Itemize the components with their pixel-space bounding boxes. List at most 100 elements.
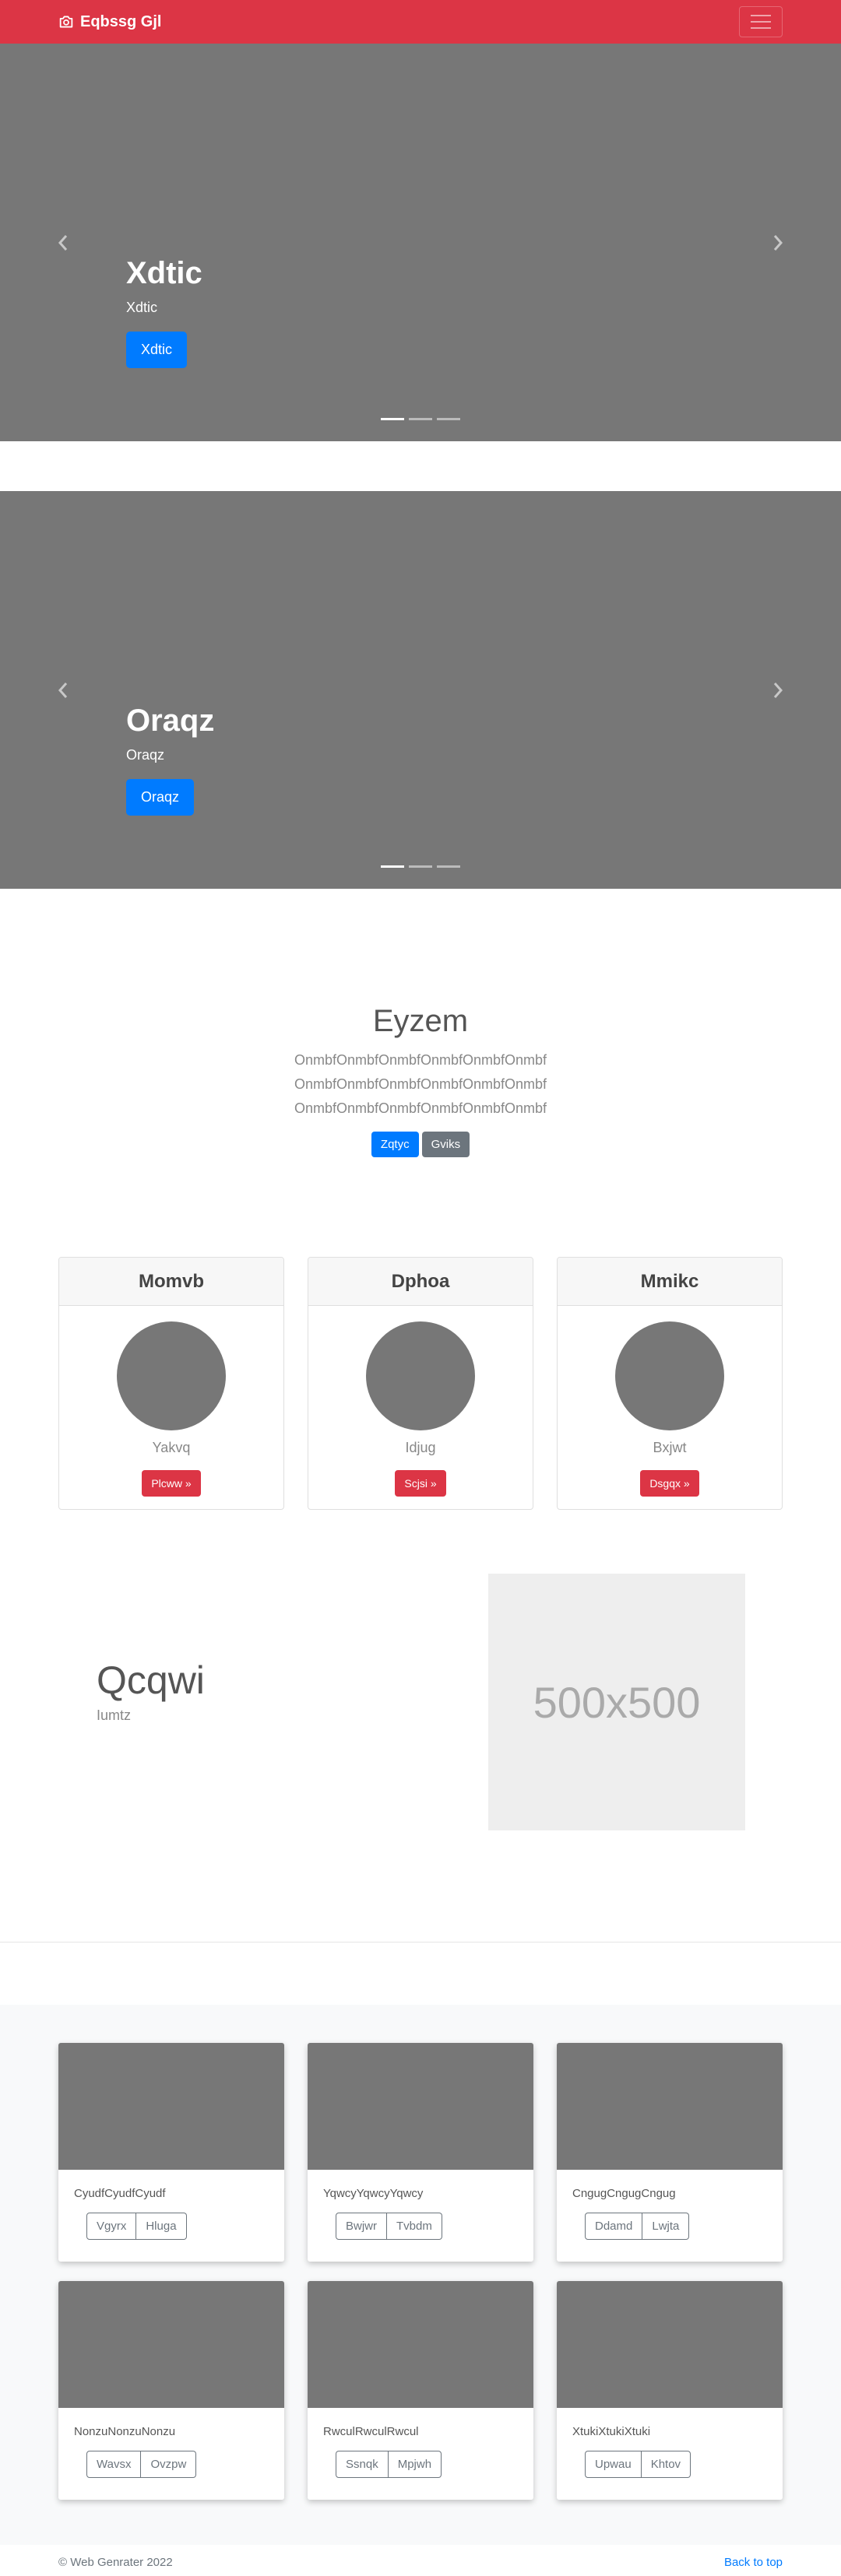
feature-text: Qcqwi Iumtz [97,1658,205,1724]
album-card-body: CyudfCyudfCyudf Vgyrx Hluga [58,2170,284,2240]
album-card-button-1[interactable]: Bwjwr [336,2213,387,2240]
carousel-indicator[interactable] [381,865,404,868]
hamburger-icon-line [751,15,771,16]
section-divider [0,1942,841,1943]
carousel-indicators [0,865,841,868]
jumbotron-line: OnmbfOnmbfOnmbfOnmbfOnmbfOnmbf [294,1100,547,1116]
album-card-body: RwculRwculRwcul Ssnqk Mpjwh [308,2408,533,2478]
album-card: YqwcyYqwcyYqwcy Bwjwr Tvbdm [308,2043,533,2262]
chevron-left-icon [58,234,68,251]
album-card-button-1[interactable]: Ssnqk [336,2451,389,2478]
chevron-right-icon [773,682,783,698]
navbar-toggler-button[interactable] [739,6,783,37]
card-name: Idjug [405,1440,436,1455]
carousel-caption: Oraqz Oraqz Oraqz [126,702,214,816]
album-card-text: NonzuNonzuNonzu [74,2425,176,2438]
album-card-button-2[interactable]: Ovzpw [141,2451,197,2478]
carousel-2: Oraqz Oraqz Oraqz [0,491,841,889]
jumbotron-buttons: Zqtyc Gviks [0,1132,841,1157]
card-deck: Momvb Yakvq Plcww » Dphoa Idjug Scjsi » … [58,1257,783,1510]
carousel-cta-button[interactable]: Oraqz [126,779,195,816]
feature-subtitle: Iumtz [97,1707,132,1723]
button-group: Wavsx Ovzpw [86,2451,197,2478]
carousel-text: Xdtic [126,300,158,315]
carousel-next-button[interactable] [743,44,813,441]
album-card-text: XtukiXtukiXtuki [572,2425,651,2438]
card-thumbnail [557,2043,783,2170]
album-card-button-1[interactable]: Upwau [585,2451,642,2478]
carousel-indicator[interactable] [437,865,460,868]
hamburger-icon-line [751,27,771,29]
album-card-button-2[interactable]: Tvbdm [387,2213,442,2240]
avatar [117,1321,226,1430]
camera-icon [59,16,73,28]
album-card-button-1[interactable]: Ddamd [585,2213,643,2240]
carousel-prev-button[interactable] [28,44,98,441]
carousel-indicator[interactable] [437,418,460,420]
jumbotron: Eyzem OnmbfOnmbfOnmbfOnmbfOnmbfOnmbf Onm… [0,1004,841,1157]
feature-image-placeholder: 500x500 [488,1574,745,1830]
back-to-top-link[interactable]: Back to top [724,2556,783,2569]
button-group: Vgyrx Hluga [86,2213,187,2240]
card-button[interactable]: Scjsi » [395,1470,446,1497]
card-button[interactable]: Dsgqx » [640,1470,699,1497]
card-body: Bxjwt Dsgqx » [558,1306,782,1497]
carousel-prev-button[interactable] [28,491,98,889]
card-thumbnail [308,2281,533,2408]
album-card-button-2[interactable]: Khtov [641,2451,691,2478]
album-card-body: NonzuNonzuNonzu Wavsx Ovzpw [58,2408,284,2478]
jumbotron-primary-button[interactable]: Zqtyc [371,1132,419,1157]
brand-text: Eqbssg Gjl [80,12,162,30]
card-name: Bxjwt [653,1440,687,1455]
album-card-text: CngugCngugCngug [572,2187,676,2200]
card-button[interactable]: Plcww » [142,1470,201,1497]
album-card: NonzuNonzuNonzu Wavsx Ovzpw [58,2281,284,2500]
album-card: RwculRwculRwcul Ssnqk Mpjwh [308,2281,533,2500]
button-group: Ssnqk Mpjwh [336,2451,442,2478]
profile-card: Dphoa Idjug Scjsi » [308,1257,533,1510]
chevron-right-icon [773,234,783,251]
carousel-next-button[interactable] [743,491,813,889]
footer-copyright: © Web Genrater 2022 [58,2556,173,2569]
album-card-text: YqwcyYqwcyYqwcy [323,2187,424,2200]
carousel-text: Oraqz [126,747,165,763]
carousel-indicator[interactable] [409,865,432,868]
album-card-button-2[interactable]: Hluga [136,2213,187,2240]
carousel-heading: Xdtic [126,256,202,290]
avatar [615,1321,724,1430]
jumbotron-lead: OnmbfOnmbfOnmbfOnmbfOnmbfOnmbf OnmbfOnmb… [0,1048,841,1121]
profile-card: Mmikc Bxjwt Dsgqx » [557,1257,783,1510]
album-grid: CyudfCyudfCyudf Vgyrx Hluga YqwcyYqwcyYq… [58,2043,783,2500]
album-card-body: CngugCngugCngug Ddamd Lwjta [557,2170,783,2240]
album-card-button-1[interactable]: Wavsx [86,2451,142,2478]
album-section: CyudfCyudfCyudf Vgyrx Hluga YqwcyYqwcyYq… [0,2005,841,2545]
chevron-left-icon [58,682,68,698]
album-card-button-2[interactable]: Mpjwh [388,2451,442,2478]
album-card-button-1[interactable]: Vgyrx [86,2213,137,2240]
carousel-1: Xdtic Xdtic Xdtic [0,44,841,441]
profile-card: Momvb Yakvq Plcww » [58,1257,284,1510]
card-body: Idjug Scjsi » [308,1306,533,1497]
album-card: CngugCngugCngug Ddamd Lwjta [557,2043,783,2262]
placeholder-label: 500x500 [533,1677,701,1727]
carousel-indicator[interactable] [409,418,432,420]
carousel-indicator[interactable] [381,418,404,420]
footer: © Web Genrater 2022 Back to top [58,2556,783,2569]
card-thumbnail [557,2281,783,2408]
album-card-body: XtukiXtukiXtuki Upwau Khtov [557,2408,783,2478]
card-body: Yakvq Plcww » [59,1306,283,1497]
jumbotron-secondary-button[interactable]: Gviks [421,1132,470,1157]
card-thumbnail [58,2281,284,2408]
album-card: XtukiXtukiXtuki Upwau Khtov [557,2281,783,2500]
album-card-button-2[interactable]: Lwjta [642,2213,690,2240]
button-group: Upwau Khtov [585,2451,691,2478]
carousel-cta-button[interactable]: Xdtic [126,332,188,368]
feature-title: Qcqwi [97,1658,205,1702]
navbar-brand[interactable]: Eqbssg Gjl [58,13,161,31]
album-card-text: CyudfCyudfCyudf [74,2187,166,2200]
card-header: Dphoa [308,1258,533,1306]
avatar [366,1321,475,1430]
card-thumbnail [58,2043,284,2170]
jumbotron-line: OnmbfOnmbfOnmbfOnmbfOnmbfOnmbf [294,1052,547,1068]
album-card-text: RwculRwculRwcul [323,2425,419,2438]
